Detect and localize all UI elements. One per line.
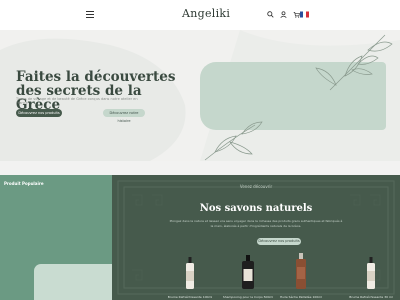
header-bar: Angeliki — [0, 0, 400, 30]
product-image — [186, 257, 194, 289]
product-card[interactable]: Shampooing pour le Corps 500ml — [221, 251, 275, 300]
section-title: Nos savons naturels — [199, 203, 313, 214]
section-kicker: Venez découvrir — [239, 184, 273, 189]
product-image — [296, 253, 306, 289]
section-description: Plongez dans la nature et laissez vos se… — [169, 219, 343, 228]
product-name: Brume Rafraîchissante 100ml — [167, 295, 213, 299]
olive-branch-illustration — [204, 34, 393, 161]
product-name: Huile Sèche Pailletée 100ml — [280, 295, 322, 299]
product-card[interactable]: Huile Sèche Pailletée 100ml — [274, 251, 328, 300]
product-card[interactable]: Brume Rafraîchissante 100ml — [163, 251, 217, 300]
user-icon[interactable] — [280, 11, 287, 18]
popular-product-panel: Produit Populaire — [0, 175, 152, 300]
product-image — [242, 255, 254, 289]
savons-panel: Venez découvrir Nos savons naturels Plon… — [112, 175, 400, 300]
cart-icon[interactable] — [293, 11, 300, 18]
featured-products-section: Produit Populaire Venez découvrir Nos sa… — [0, 175, 400, 300]
menu-icon[interactable] — [86, 11, 94, 19]
flag-icon[interactable] — [300, 11, 309, 18]
hero-section: Faites la découvertes des secrets de la … — [0, 30, 400, 161]
product-name: Shampooing pour le Corps 500ml — [222, 295, 274, 299]
product-card[interactable]: Brume Rafraîchissante 30 ml — [344, 251, 398, 300]
popular-product-title: Produit Populaire — [4, 181, 44, 186]
product-image — [367, 257, 375, 289]
site-logo[interactable]: Angeliki — [182, 7, 230, 20]
search-icon[interactable] — [267, 11, 274, 18]
discover-soaps-button[interactable]: Découvrez nos produits — [257, 238, 301, 245]
product-name: Brume Rafraîchissante 30 ml — [349, 295, 393, 299]
